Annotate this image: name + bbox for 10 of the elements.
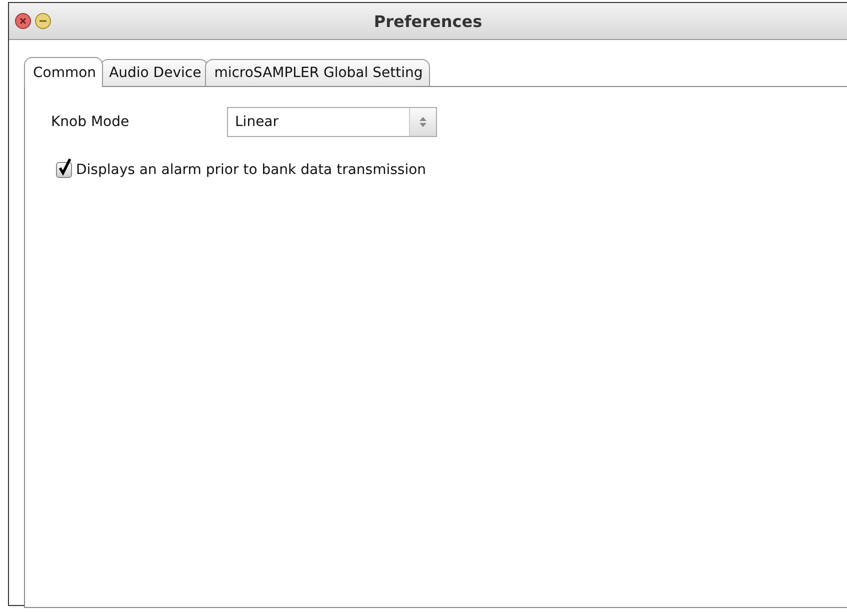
tab[interactable]: Common: [24, 57, 104, 87]
minimize-icon[interactable]: [35, 13, 51, 29]
knob-mode-label: Knob Mode: [51, 114, 130, 130]
window-title: Preferences: [374, 12, 482, 30]
knob-mode-dropdown[interactable]: Linear: [227, 107, 437, 137]
stepper-arrows-icon: [419, 116, 427, 128]
checkbox-label: Displays an alarm prior to bank data transmission: [76, 162, 426, 178]
tab[interactable]: microSAMPLER Global Setting: [205, 59, 430, 86]
close-icon[interactable]: [15, 13, 31, 29]
tab[interactable]: Audio Device: [100, 59, 208, 86]
